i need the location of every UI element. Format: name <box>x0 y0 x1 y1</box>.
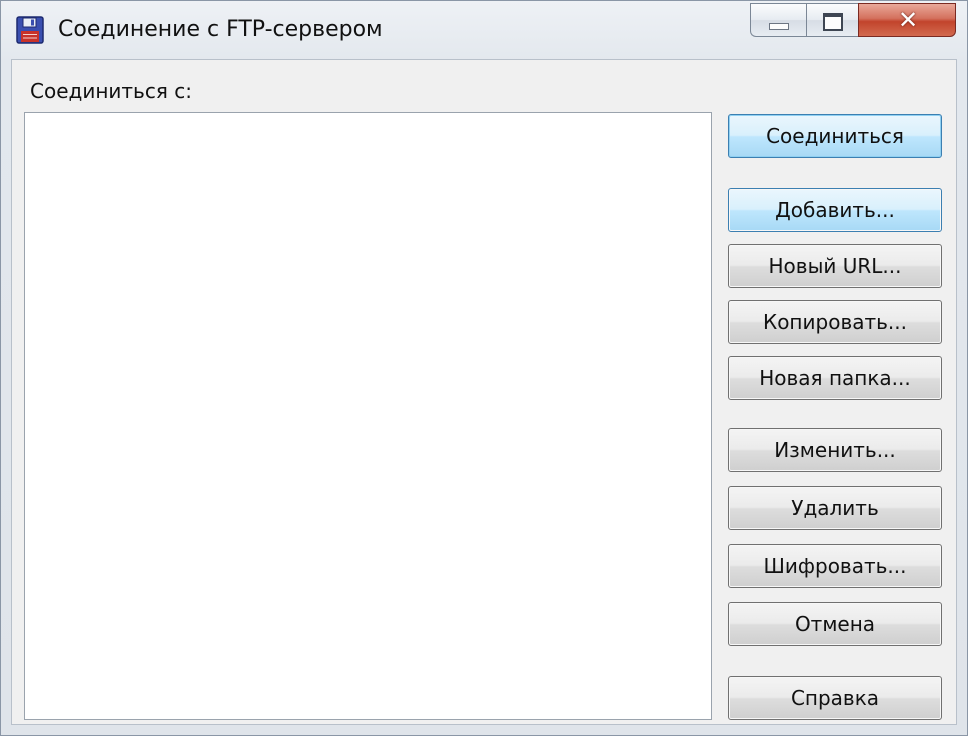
minimize-icon <box>769 23 789 30</box>
caption-buttons: ✕ <box>750 3 956 39</box>
dialog-body: Соединиться с: Соединиться Добавить... Н… <box>11 59 957 725</box>
close-button[interactable]: ✕ <box>858 3 956 37</box>
maximize-button[interactable] <box>806 3 858 37</box>
edit-button[interactable]: Изменить... <box>728 428 942 472</box>
cancel-button[interactable]: Отмена <box>728 602 942 646</box>
new-folder-button[interactable]: Новая папка... <box>728 356 942 400</box>
floppy-disk-icon <box>16 16 44 44</box>
minimize-button[interactable] <box>750 3 806 37</box>
encrypt-button[interactable]: Шифровать... <box>728 544 942 588</box>
connect-to-label: Соединиться с: <box>30 79 192 103</box>
close-icon: ✕ <box>897 6 919 34</box>
title-bar[interactable]: Соединение с FTP-сервером ✕ <box>1 1 967 59</box>
add-button[interactable]: Добавить... <box>728 188 942 232</box>
window-title: Соединение с FTP-сервером <box>58 17 383 42</box>
server-list[interactable] <box>24 112 712 720</box>
new-url-button[interactable]: Новый URL... <box>728 244 942 288</box>
maximize-icon <box>823 13 843 31</box>
copy-button[interactable]: Копировать... <box>728 300 942 344</box>
help-button[interactable]: Справка <box>728 676 942 720</box>
ftp-connect-dialog: Соединение с FTP-сервером ✕ Соединиться … <box>0 0 968 736</box>
delete-button[interactable]: Удалить <box>728 486 942 530</box>
connect-button[interactable]: Соединиться <box>728 114 942 158</box>
